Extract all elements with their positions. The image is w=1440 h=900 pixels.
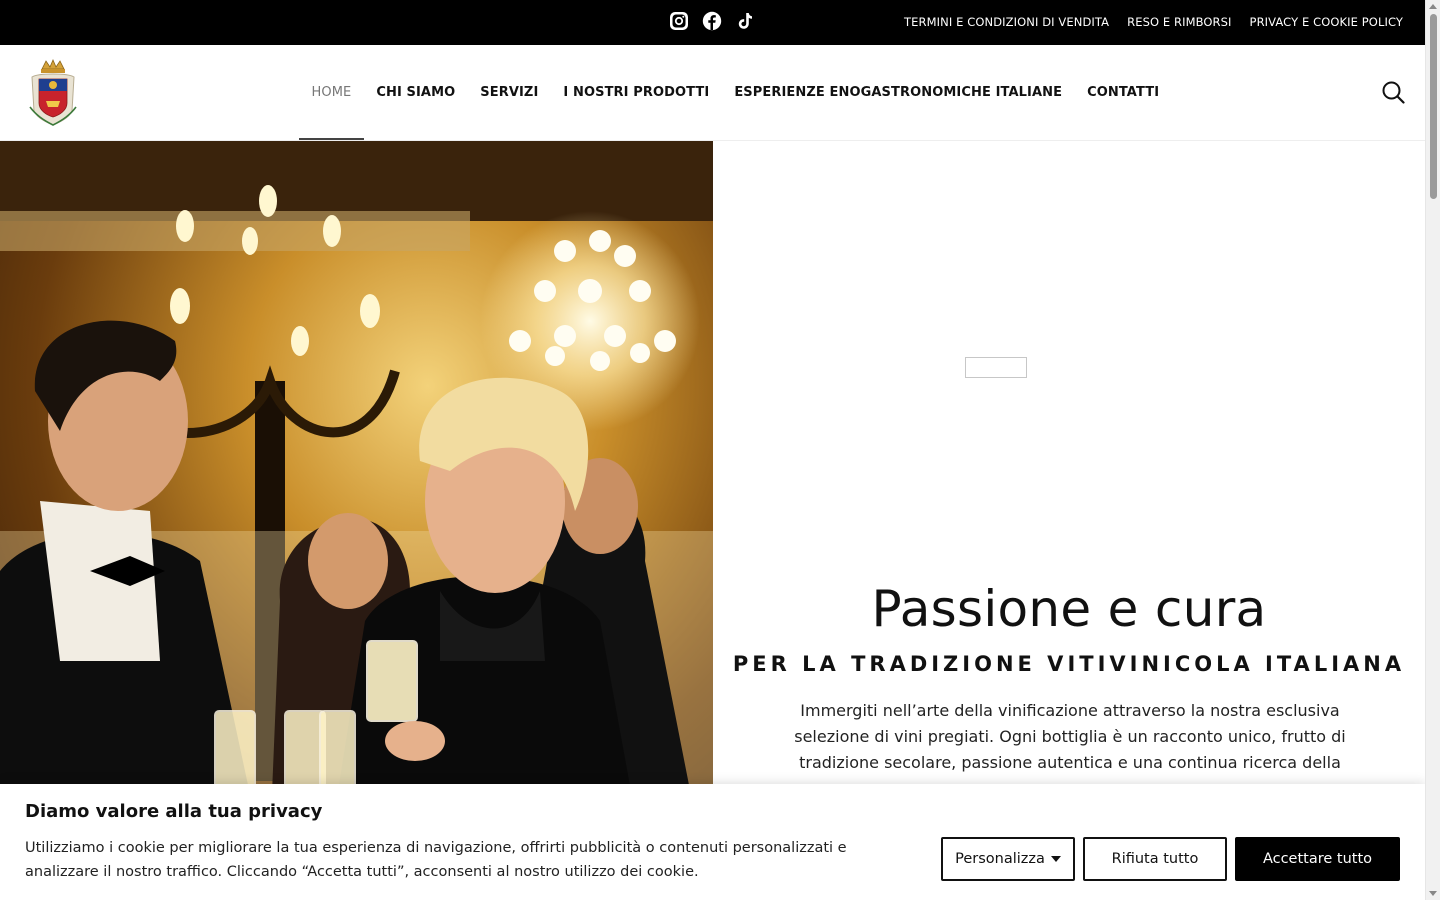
intro-paragraph: Immergiti nell’arte della vinificazione … (794, 701, 1346, 772)
nav-prodotti[interactable]: I NOSTRI PRODOTTI (551, 45, 722, 140)
nav-esperienze[interactable]: ESPERIENZE ENOGASTRONOMICHE ITALIANE (722, 45, 1075, 140)
scroll-thumb[interactable] (1430, 14, 1437, 199)
nav-servizi[interactable]: SERVIZI (468, 45, 551, 140)
social-links (669, 11, 755, 31)
cookie-text: Utilizziamo i cookie per migliorare la t… (25, 840, 847, 880)
page-title: Passione e cura (871, 580, 1267, 638)
hero-photo (0, 141, 713, 841)
caret-down-icon (1050, 856, 1061, 862)
cookie-banner: Diamo valore alla tua privacy Utilizziam… (0, 784, 1425, 900)
utility-links: TERMINI E CONDIZIONI DI VENDITA RESO E R… (904, 15, 1403, 29)
customize-button[interactable]: Personalizza (941, 837, 1075, 881)
crest-logo[interactable] (28, 57, 78, 129)
nav-contatti[interactable]: CONTATTI (1075, 45, 1172, 140)
customize-label: Personalizza (955, 851, 1045, 867)
broken-image-placeholder (965, 357, 1027, 378)
instagram-icon[interactable] (669, 11, 689, 31)
nav-chi-siamo[interactable]: CHI SIAMO (364, 45, 468, 140)
cookie-title: Diamo valore alla tua privacy (25, 801, 323, 822)
hero-illustration (0, 141, 713, 841)
search-icon[interactable] (1381, 80, 1405, 104)
tiktok-icon[interactable] (735, 11, 755, 31)
page-subtitle: PER LA TRADIZIONE VITIVINICOLA ITALIANA (732, 652, 1406, 676)
facebook-icon[interactable] (702, 11, 722, 31)
reject-all-button[interactable]: Rifiuta tutto (1083, 837, 1227, 881)
page-scrollbar[interactable] (1425, 0, 1440, 900)
main-header: HOME CHI SIAMO SERVIZI I NOSTRI PRODOTTI… (0, 45, 1425, 141)
accept-all-button[interactable]: Accettare tutto (1235, 837, 1400, 881)
nav-home[interactable]: HOME (299, 45, 364, 140)
scroll-down-arrow-icon[interactable] (1429, 891, 1437, 896)
scroll-up-arrow-icon[interactable] (1429, 4, 1437, 9)
top-bar: TERMINI E CONDIZIONI DI VENDITA RESO E R… (0, 0, 1425, 45)
privacy-link[interactable]: PRIVACY E COOKIE POLICY (1250, 15, 1403, 29)
main-nav: HOME CHI SIAMO SERVIZI I NOSTRI PRODOTTI… (299, 45, 1172, 140)
terms-link[interactable]: TERMINI E CONDIZIONI DI VENDITA (904, 15, 1109, 29)
returns-link[interactable]: RESO E RIMBORSI (1127, 15, 1231, 29)
